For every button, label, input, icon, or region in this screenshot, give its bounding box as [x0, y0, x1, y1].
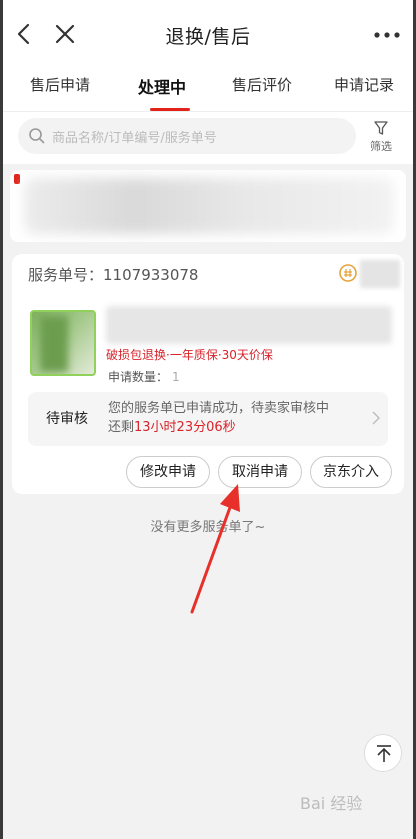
countdown-timer: 13小时23分06秒: [134, 420, 236, 435]
page-title: 退换/售后: [165, 26, 251, 48]
countdown-prefix: 还剩: [108, 420, 135, 435]
product-thumbnail[interactable]: [30, 310, 96, 376]
service-number-label: 服务单号：: [28, 266, 104, 284]
back-to-top-button[interactable]: [364, 734, 402, 772]
funnel-icon: [374, 121, 388, 135]
annotation-arrow-icon: [190, 484, 240, 614]
watermark: Bai 经验: [300, 794, 363, 813]
tab-processing[interactable]: 处理中: [138, 74, 186, 98]
service-number: 服务单号：1107933078: [28, 264, 198, 285]
tab-after-sale-review[interactable]: 售后评价: [232, 74, 292, 95]
tab-bar: 售后申请 处理中 售后评价 申请记录: [0, 68, 416, 112]
search-input[interactable]: 商品名称/订单编号/服务单号: [18, 118, 356, 154]
status-message: 您的服务单已申请成功，待卖家审核中 还剩13小时23分06秒: [108, 399, 329, 437]
banner-redacted-content: [24, 178, 394, 234]
store-name-redacted: [360, 260, 400, 288]
banner-marker: [14, 174, 20, 184]
tab-after-sale-apply[interactable]: 售后申请: [30, 74, 90, 95]
search-icon: [29, 128, 45, 144]
service-tags: 破损包退换·一年质保·30天价保: [106, 348, 273, 362]
search-bar: 商品名称/订单编号/服务单号 筛选: [0, 112, 416, 164]
arrow-up-icon: [377, 745, 391, 762]
chevron-right-icon: [372, 411, 380, 425]
store-icon: [339, 264, 357, 282]
status-message-text: 您的服务单已申请成功，待卖家审核中: [108, 401, 330, 416]
quantity-label: 申请数量：: [108, 370, 169, 384]
status-label: 待审核: [46, 411, 88, 427]
product-title-redacted: [106, 306, 392, 344]
apply-quantity: 申请数量： 1: [108, 368, 180, 385]
filter-label: 筛选: [370, 140, 392, 153]
status-panel[interactable]: 待审核 您的服务单已申请成功，待卖家审核中 还剩13小时23分06秒: [28, 392, 388, 446]
search-placeholder: 商品名称/订单编号/服务单号: [52, 131, 217, 146]
more-options-icon[interactable]: [374, 32, 400, 38]
blurred-banner: [10, 170, 406, 242]
service-order-card[interactable]: 服务单号：1107933078 破损包退换·一年质保·30天价保 申请数量： 1 …: [12, 254, 404, 494]
quantity-value: 1: [172, 370, 180, 384]
countdown-line: 还剩13小时23分06秒: [108, 418, 329, 437]
service-number-value: 1107933078: [103, 266, 199, 284]
jd-intervene-button[interactable]: 京东介入: [310, 456, 392, 488]
tab-apply-records[interactable]: 申请记录: [334, 74, 394, 95]
top-navigation-bar: 退换/售后: [0, 0, 416, 68]
active-tab-indicator: [150, 108, 190, 111]
filter-button[interactable]: 筛选: [364, 120, 398, 158]
